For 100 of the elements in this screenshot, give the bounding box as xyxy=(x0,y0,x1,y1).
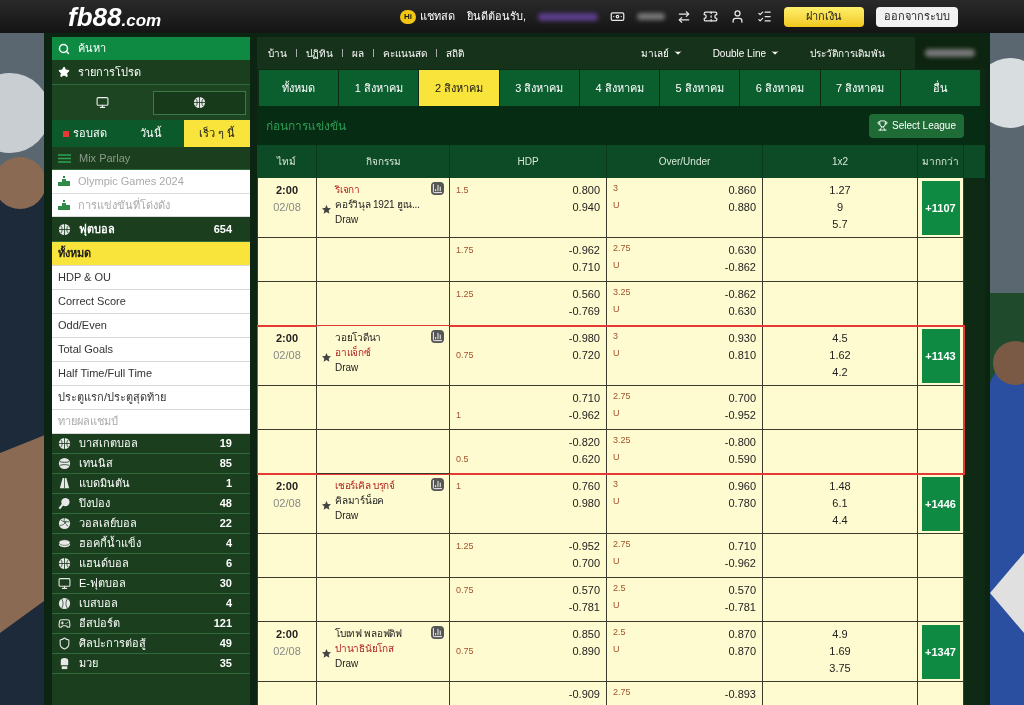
odds-value[interactable]: 0.620 xyxy=(568,451,600,468)
odds-value[interactable]: 4.4 xyxy=(832,512,848,529)
odds-value[interactable]: 0.710 xyxy=(724,538,756,555)
sport-item[interactable]: เทนนิส 85 xyxy=(52,454,250,474)
logout-button[interactable]: ออกจากระบบ xyxy=(876,6,958,27)
odds-value[interactable]: 5.7 xyxy=(832,216,848,233)
star-icon[interactable] xyxy=(322,501,331,510)
stats-icon[interactable] xyxy=(431,626,444,639)
odds-value[interactable]: -0.952 xyxy=(724,407,756,424)
period-tab[interactable]: วันนี้ xyxy=(118,120,184,147)
date-tab[interactable]: อื่น xyxy=(900,70,980,106)
odds-value[interactable]: -0.893 xyxy=(724,686,756,703)
period-tab[interactable]: รอบสด xyxy=(52,120,118,147)
money-icon[interactable] xyxy=(610,9,625,24)
odds-value[interactable]: 4.2 xyxy=(832,364,848,381)
odds-value[interactable]: 0.700 xyxy=(568,555,600,572)
nav-link[interactable]: บ้าน xyxy=(268,45,287,61)
date-tab[interactable]: 4 สิงหาคม xyxy=(579,70,660,106)
odds-value[interactable]: 0.710 xyxy=(568,390,600,407)
date-tab[interactable]: 7 สิงหาคม xyxy=(820,70,900,106)
select-league-button[interactable]: Select League xyxy=(869,113,964,138)
odds-value[interactable]: 0.810 xyxy=(728,347,756,364)
sport-item[interactable]: แฮนด์บอล 6 xyxy=(52,554,250,574)
checklist-icon[interactable] xyxy=(757,9,772,24)
history-link[interactable]: ประวัติการเดิมพัน xyxy=(810,45,885,61)
odds-value[interactable]: 0.570 xyxy=(568,582,600,599)
sport-item[interactable]: แบดมินตัน 1 xyxy=(52,474,250,494)
odds-value[interactable]: -0.781 xyxy=(568,599,600,616)
star-icon[interactable] xyxy=(322,649,331,658)
odds-value[interactable]: 1.27 xyxy=(829,182,851,199)
deposit-button[interactable]: ฝากเงิน xyxy=(784,6,864,27)
sport-item[interactable]: บาสเกตบอล 19 xyxy=(52,434,250,454)
odds-value[interactable]: 0.570 xyxy=(724,582,756,599)
sport-item[interactable]: E-ฟุตบอล 30 xyxy=(52,574,250,594)
date-tab[interactable]: 5 สิงหาคม xyxy=(660,70,740,106)
odds-value[interactable]: 0.880 xyxy=(728,199,756,216)
search-item[interactable]: ค้นหา xyxy=(52,37,250,60)
odds-value[interactable]: -0.909 xyxy=(568,686,600,703)
odds-value[interactable]: 0.630 xyxy=(724,242,756,259)
sport-item[interactable]: ศิลปะการต่อสู้ 49 xyxy=(52,634,250,654)
stats-icon[interactable] xyxy=(431,182,444,195)
odds-value[interactable]: 9 xyxy=(836,199,844,216)
date-tab[interactable]: ทั้งหมด xyxy=(259,70,339,106)
more-markets-button[interactable]: +1107 xyxy=(921,181,960,235)
market-item[interactable]: Total Goals xyxy=(52,338,250,362)
nav-link[interactable]: คะแนนสด xyxy=(383,45,427,61)
more-markets-button[interactable]: +1347 xyxy=(921,625,960,679)
odds-value[interactable]: 0.760 xyxy=(572,478,600,495)
star-icon[interactable] xyxy=(322,353,331,362)
odds-value[interactable]: 0.720 xyxy=(568,347,600,364)
dropdown[interactable]: มาเลย์ xyxy=(640,45,683,61)
odds-value[interactable]: -0.952 xyxy=(568,538,600,555)
nav-link[interactable]: สถิติ xyxy=(446,45,464,61)
market-item[interactable]: Correct Score xyxy=(52,290,250,314)
odds-value[interactable]: -0.862 xyxy=(724,259,756,276)
stats-icon[interactable] xyxy=(431,330,444,343)
odds-value[interactable]: -0.781 xyxy=(724,599,756,616)
market-item[interactable]: Half Time/Full Time xyxy=(52,362,250,386)
odds-value[interactable]: -0.962 xyxy=(724,555,756,572)
odds-value[interactable]: -0.962 xyxy=(568,407,600,424)
odds-value[interactable]: 0.960 xyxy=(728,478,756,495)
more-markets-button[interactable]: +1143 xyxy=(921,329,960,383)
star-icon[interactable] xyxy=(322,205,331,214)
odds-value[interactable]: -0.800 xyxy=(724,434,756,451)
odds-value[interactable]: 0.890 xyxy=(572,643,600,660)
sport-item[interactable]: ฮอคกี้น้ำแข็ง 4 xyxy=(52,534,250,554)
chat-badge[interactable]: Hi xyxy=(399,9,416,24)
stats-icon[interactable] xyxy=(431,478,444,491)
odds-value[interactable]: 0.850 xyxy=(572,626,600,643)
odds-value[interactable]: 0.700 xyxy=(724,390,756,407)
odds-value[interactable]: -0.862 xyxy=(724,286,756,303)
odds-value[interactable]: 0.800 xyxy=(572,182,600,199)
more-markets-button[interactable]: +1446 xyxy=(921,477,960,531)
odds-value[interactable]: 1.69 xyxy=(829,643,851,660)
date-tab[interactable]: 3 สิงหาคม xyxy=(499,70,579,106)
odds-value[interactable]: -0.820 xyxy=(568,434,600,451)
sport-item[interactable]: อีสปอร์ต 121 xyxy=(52,614,250,634)
user-icon[interactable] xyxy=(730,9,745,24)
market-item[interactable]: Odd/Even xyxy=(52,314,250,338)
market-item[interactable]: ประตูแรก/ประตูสุดท้าย xyxy=(52,386,250,410)
logo[interactable]: fb88.com xyxy=(68,3,162,30)
odds-value[interactable]: 4.5 xyxy=(832,330,848,347)
sport-item[interactable]: ปิงปอง 48 xyxy=(52,494,250,514)
market-item[interactable]: HDP & OU xyxy=(52,266,250,290)
odds-value[interactable]: -0.962 xyxy=(568,242,600,259)
swap-icon[interactable] xyxy=(677,9,691,24)
odds-value[interactable]: -0.769 xyxy=(568,303,600,320)
odds-value[interactable]: 0.870 xyxy=(728,626,756,643)
period-tab[interactable]: เร็ว ๆ นี้ xyxy=(184,120,250,147)
odds-value[interactable]: 0.940 xyxy=(572,199,600,216)
odds-value[interactable]: 6.1 xyxy=(832,495,848,512)
chat-link[interactable]: แชทสด xyxy=(419,8,455,25)
sport-item[interactable]: วอลเลย์บอล 22 xyxy=(52,514,250,534)
odds-value[interactable]: 4.9 xyxy=(832,626,848,643)
odds-value[interactable]: 1.48 xyxy=(829,478,851,495)
odds-value[interactable]: 0.980 xyxy=(572,495,600,512)
sport-item[interactable]: มวย 35 xyxy=(52,654,250,674)
odds-value[interactable]: 0.780 xyxy=(728,495,756,512)
view-toggle[interactable] xyxy=(153,90,246,115)
odds-value[interactable]: 0.560 xyxy=(568,286,600,303)
